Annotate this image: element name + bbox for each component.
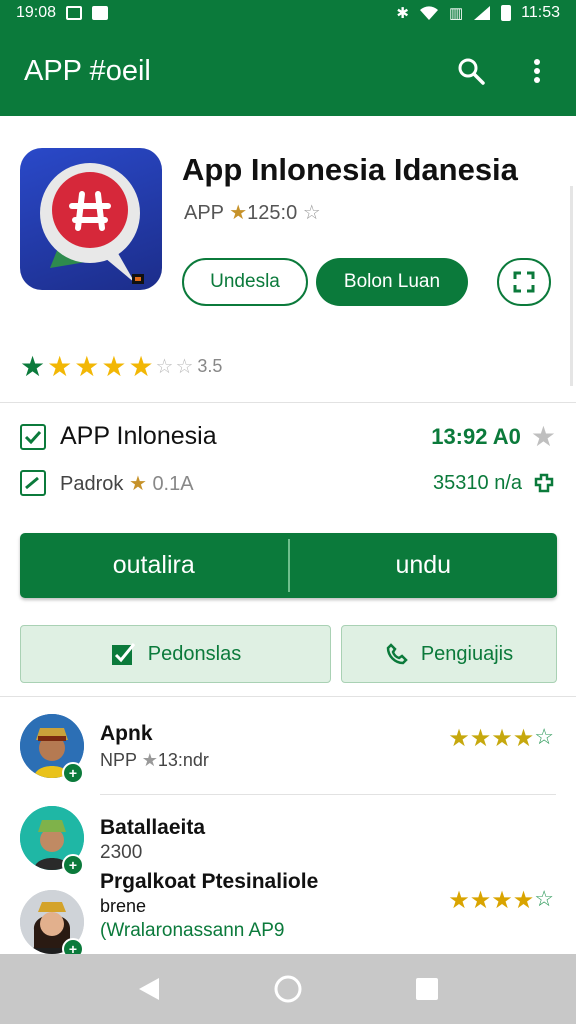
- star-icon: ★: [448, 887, 470, 914]
- signal-icon: [474, 6, 491, 20]
- star-icon[interactable]: ★: [531, 420, 556, 453]
- list-item-rating: ★ ★ ★ ★ ☆: [448, 886, 554, 915]
- status-time-left: 19:08: [16, 4, 57, 21]
- split-right-button[interactable]: undu: [290, 533, 558, 598]
- split-button: outalira undu: [20, 533, 557, 598]
- expand-icon[interactable]: [497, 258, 551, 306]
- status-bar: 19:08 ✱ ▥ 11:53: [0, 0, 576, 26]
- list-item-rating: ★ ★ ★ ★ ☆: [448, 724, 554, 753]
- list-item-name: Batallaeita: [100, 816, 206, 839]
- star-icon: ★: [229, 202, 248, 224]
- divider: [0, 696, 576, 697]
- checkbox-icon: [111, 643, 135, 665]
- star-icon: ★: [128, 351, 154, 382]
- divider: [100, 794, 556, 795]
- status-time-right: 11:53: [521, 4, 560, 21]
- star-icon: ★: [491, 725, 513, 752]
- star-icon: ★: [47, 351, 73, 382]
- checkbox-icon[interactable]: [20, 423, 46, 450]
- battery-icon: [501, 5, 512, 21]
- list-item-sub-value: 13:ndr: [157, 750, 209, 770]
- app-bar-title: APP #oeil: [24, 54, 151, 87]
- info-row-label: Padrok ★ 0.1A: [60, 471, 194, 496]
- back-icon[interactable]: [129, 969, 169, 1009]
- rating-stars: ★ ★ ★ ★ ★ ☆ ☆ 3.5: [20, 350, 222, 383]
- list-item-sub: NPP ★13:ndr: [100, 750, 209, 771]
- permissions-label: Pedonslas: [147, 642, 242, 665]
- star-icon: ★: [101, 351, 127, 382]
- list-item-name: Prgalkoat Ptesinaliole: [100, 870, 319, 893]
- app-bar: APP #oeil: [0, 26, 576, 116]
- uninstall-button[interactable]: Undesla: [182, 258, 308, 306]
- star-icon: ★: [491, 887, 513, 914]
- split-left-button[interactable]: outalira: [20, 533, 288, 598]
- rating-value: 3.5: [197, 356, 223, 376]
- info-row-value: 13:92 A0 ★: [431, 420, 556, 453]
- list-item[interactable]: + Prgalkoat Ptesinaliole brene (Wralaron…: [20, 868, 556, 960]
- app-header: App Inlonesia Idanesia APP ★125:0 ☆ Unde…: [0, 116, 576, 406]
- info-label-small: 0.1A: [152, 472, 194, 495]
- app-sub-prefix: APP: [184, 202, 224, 224]
- app-title: App Inlonesia Idanesia: [182, 152, 518, 187]
- info-value-text: 13:92 A0: [431, 423, 521, 449]
- star-icon: ★: [448, 725, 470, 752]
- star-icon: ★: [512, 725, 535, 752]
- app-sub-value: 125:0: [247, 202, 298, 224]
- puzzle-icon[interactable]: [532, 471, 556, 495]
- star-empty-icon: ☆: [302, 202, 321, 224]
- scrollbar[interactable]: [570, 186, 573, 386]
- permissions-button[interactable]: Pedonslas: [20, 625, 331, 683]
- list-item-sub-prefix: NPP: [100, 750, 137, 770]
- add-badge-icon: +: [62, 762, 84, 784]
- bluetooth-icon: ✱: [396, 4, 409, 22]
- info-label-text: Padrok: [60, 472, 124, 495]
- app-logo-icon: [20, 148, 162, 290]
- star-icon: ★: [74, 351, 100, 382]
- list-item-name: Apnk: [100, 722, 153, 745]
- home-icon[interactable]: [268, 969, 308, 1009]
- star-empty-icon: ☆: [175, 356, 194, 378]
- info-row-value: 35310 n/a: [433, 471, 556, 495]
- star-icon: ★: [469, 887, 492, 914]
- phone-icon: [386, 643, 408, 665]
- system-nav-bar: [0, 954, 576, 1024]
- star-icon: ★: [128, 472, 147, 495]
- recents-icon[interactable]: [407, 969, 447, 1009]
- star-icon: ★: [141, 750, 158, 770]
- support-button[interactable]: Pengiuajis: [341, 625, 557, 683]
- star-empty-icon: ☆: [534, 886, 554, 911]
- notification-icon: [66, 6, 83, 20]
- vibrate-icon: ▥: [448, 4, 464, 22]
- list-item-sub: 2300: [100, 842, 143, 863]
- star-empty-icon: ☆: [155, 356, 174, 378]
- app-subtitle: APP ★125:0 ☆: [184, 200, 321, 225]
- mail-icon: [92, 6, 109, 20]
- star-icon: ★: [512, 887, 535, 914]
- info-row-product[interactable]: Padrok ★ 0.1A 35310 n/a: [20, 470, 556, 496]
- star-icon: ★: [469, 725, 492, 752]
- star-icon: ★: [20, 351, 46, 382]
- more-vert-icon[interactable]: [522, 56, 552, 86]
- info-row-label: APP Inlonesia: [60, 422, 217, 450]
- info-row-app[interactable]: APP Inlonesia 13:92 A0 ★: [20, 420, 556, 453]
- info-value-text: 35310 n/a: [433, 471, 522, 494]
- search-icon[interactable]: [456, 56, 486, 86]
- list-item[interactable]: + Apnk NPP ★13:ndr ★ ★ ★ ★ ☆: [20, 714, 556, 784]
- list-item[interactable]: + Batallaeita 2300: [20, 806, 556, 876]
- wifi-icon: [419, 6, 438, 20]
- divider: [0, 402, 576, 403]
- list-item-link[interactable]: (Wralaronassann AP9: [100, 920, 284, 942]
- list-item-name-2: brene: [100, 896, 147, 916]
- star-empty-icon: ☆: [534, 724, 554, 749]
- open-button[interactable]: Bolon Luan: [316, 258, 468, 306]
- support-label: Pengiuajis: [420, 642, 514, 665]
- checkbox-icon[interactable]: [20, 470, 46, 496]
